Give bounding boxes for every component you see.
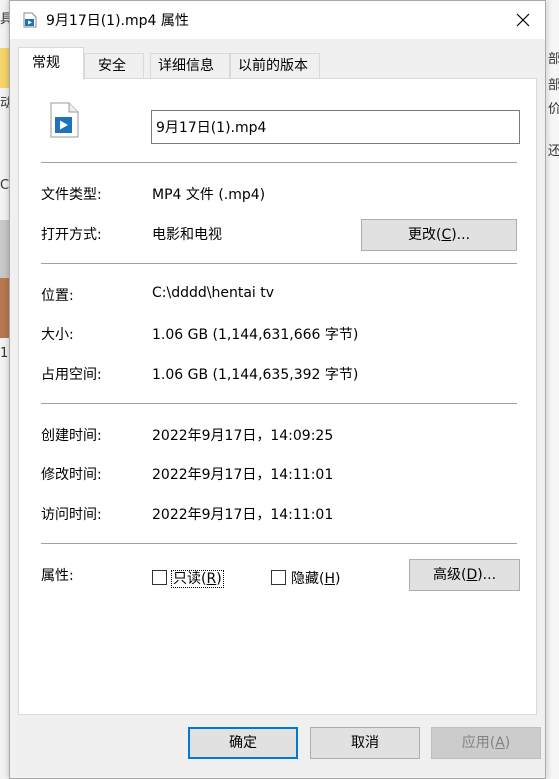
general-panel: 文件类型: MP4 文件 (.mp4) 打开方式: 电影和电视 更改(C)...… (18, 78, 537, 715)
window-title: 9月17日(1).mp4 属性 (46, 13, 189, 29)
close-button[interactable] (501, 1, 545, 39)
filename-input[interactable] (151, 110, 520, 144)
advanced-button-label: 高级( (432, 567, 467, 583)
change-button-mnemonic: C (441, 227, 452, 243)
divider (41, 162, 517, 163)
tab-details[interactable]: 详细信息 (150, 53, 230, 79)
advanced-button-suffix: )... (477, 567, 497, 583)
properties-dialog: 9月17日(1).mp4 属性 常规 安全 详细信息 以前的版本 9月17日(1… (9, 0, 546, 779)
file-type-value: MP4 文件 (.mp4) (152, 187, 266, 203)
cancel-button[interactable]: 取消 (310, 727, 420, 759)
divider (41, 543, 517, 544)
apply-button-suffix: ) (504, 735, 511, 751)
tab-previous-versions[interactable]: 以前的版本 (230, 53, 320, 79)
ok-button[interactable]: 确定 (188, 727, 298, 759)
background-text: C (0, 178, 10, 193)
size-value: 1.06 GB (1,144,631,666 字节) (152, 327, 359, 343)
divider (41, 403, 517, 404)
video-file-icon (49, 102, 81, 138)
divider (41, 263, 517, 264)
size-on-disk-label: 占用空间: (41, 367, 102, 383)
readonly-label[interactable]: 只读(R) (171, 568, 224, 588)
change-button-label: 更改( (407, 227, 442, 243)
hidden-suffix: ) (335, 571, 341, 587)
hidden-checkbox[interactable] (271, 570, 286, 585)
readonly-mnemonic: R (206, 571, 217, 587)
tab-security[interactable]: 安全 (84, 53, 144, 79)
opens-with-label: 打开方式: (41, 227, 102, 243)
screen: 具 动 C 1 部 部 价 还 9月17日(1).mp4 属性 常规 安全 详细… (0, 0, 559, 779)
change-button[interactable]: 更改(C)... (361, 219, 517, 251)
title-bar[interactable]: 9月17日(1).mp4 属性 (10, 1, 545, 39)
advanced-button-mnemonic: D (466, 567, 478, 583)
created-value: 2022年9月17日，14:09:25 (152, 428, 334, 444)
location-label: 位置: (41, 288, 74, 304)
background-text: 部 (548, 52, 559, 67)
modified-value: 2022年9月17日，14:11:01 (152, 467, 334, 483)
tab-strip: 常规 安全 详细信息 以前的版本 (18, 47, 538, 80)
background-text: 部 (548, 78, 559, 93)
tab-general[interactable]: 常规 (18, 47, 84, 80)
hidden-label[interactable]: 隐藏(H) (291, 568, 340, 588)
modified-label: 修改时间: (41, 467, 102, 483)
file-type-label: 文件类型: (41, 187, 102, 203)
advanced-button[interactable]: 高级(D)... (409, 559, 520, 591)
background-text: 价 (548, 102, 559, 117)
apply-button-label: 应用( (461, 735, 496, 751)
location-value: C:\dddd\hentai tv (152, 285, 275, 301)
change-button-suffix: )... (451, 227, 471, 243)
close-icon (516, 13, 530, 27)
attributes-label: 属性: (41, 568, 74, 584)
readonly-suffix: ) (216, 571, 222, 587)
hidden-text: 隐藏( (291, 571, 325, 587)
accessed-value: 2022年9月17日，14:11:01 (152, 507, 334, 523)
background-text: 还 (548, 144, 559, 159)
created-label: 创建时间: (41, 428, 102, 444)
hidden-mnemonic: H (324, 571, 335, 587)
background-window-right: 部 部 价 还 (547, 0, 559, 779)
accessed-label: 访问时间: (41, 507, 102, 523)
size-on-disk-value: 1.06 GB (1,144,635,392 字节) (152, 367, 359, 383)
opens-with-value: 电影和电视 (152, 227, 222, 243)
readonly-checkbox[interactable] (152, 570, 167, 585)
video-file-icon (22, 12, 38, 28)
apply-button[interactable]: 应用(A) (431, 727, 541, 759)
size-label: 大小: (41, 327, 74, 343)
readonly-text: 只读( (173, 571, 207, 587)
apply-button-mnemonic: A (495, 735, 505, 751)
background-text: 1 (0, 346, 9, 361)
